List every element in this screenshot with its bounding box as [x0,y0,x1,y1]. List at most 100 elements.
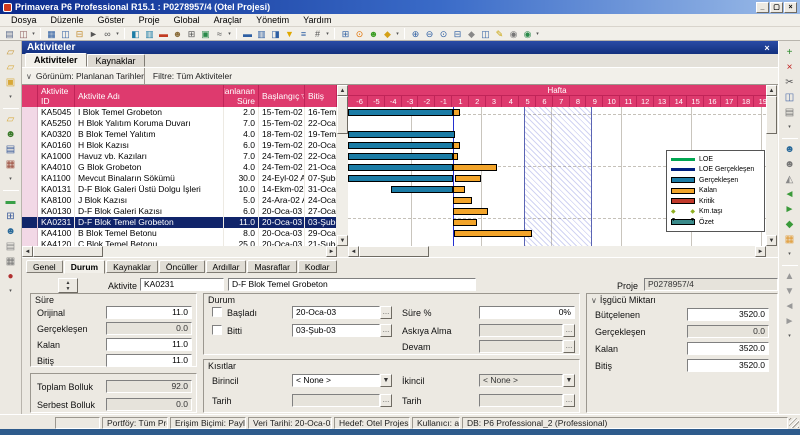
menu-yönetim[interactable]: Yönetim [249,15,296,25]
move-up-icon[interactable]: ▲ [782,269,798,283]
field-orijinal[interactable]: 11.0 [106,306,192,319]
toolbar-overflow-icon[interactable]: ▾ [782,329,798,343]
gantt-bar-remaining[interactable] [454,230,531,237]
menu-göster[interactable]: Göster [91,15,132,25]
toolbar-overflow-icon[interactable]: ▾ [227,31,232,37]
row-indicator[interactable] [22,173,38,184]
assign-resource-icon[interactable]: ☻ [782,142,798,156]
gantt-view-icon[interactable]: ▬ [241,28,254,40]
gantt-bar-remaining[interactable] [453,153,458,160]
gantt-bar-remaining[interactable] [453,109,460,116]
table-h-scrollbar[interactable]: ◄► [22,246,337,257]
gantt-bar-actual[interactable] [348,164,453,171]
gantt-h-scrollbar[interactable]: ◄► [348,246,766,257]
group-sort-icon[interactable]: ≡ [297,28,310,40]
projects-icon[interactable]: ▱ [3,112,19,126]
scroll-arrow-icon[interactable]: ► [755,246,766,257]
toolbar-overflow-icon[interactable]: ▾ [782,120,798,134]
menu-global[interactable]: Global [167,15,207,25]
table-row[interactable]: KA0160H Blok Kazısı6.019-Tem-02 A20-Oca-… [22,140,337,151]
scroll-arrow-icon[interactable]: ▲ [766,85,777,96]
tab-aktiviteler[interactable]: Aktiviteler [25,53,87,67]
duration-pct-field[interactable]: 0% [479,306,575,319]
started-date-browse-button[interactable]: … [380,306,392,319]
activity-spinner[interactable]: ▲▼ [58,278,78,293]
primary-constraint-dropdown-icon[interactable]: ▼ [380,374,392,387]
view-label[interactable]: Görünüm: Planlanan Tarihler [36,71,144,81]
fill-down-icon[interactable]: ▦ [782,232,798,246]
details-tab-masraflar[interactable]: Masraflar [247,260,296,273]
assign-succ-icon[interactable]: ► [782,202,798,216]
menu-yardım[interactable]: Yardım [296,15,338,25]
wbs-icon[interactable]: ⊟ [73,28,86,40]
toolbar-overflow-icon[interactable]: ▾ [535,31,540,37]
row-indicator[interactable] [22,228,38,239]
filter-bar[interactable]: Filtre: Tüm Aktiviteler [144,68,672,85]
print-preview-icon[interactable]: ◫ [17,28,30,40]
row-indicator[interactable] [22,118,38,129]
started-checkbox[interactable] [212,307,222,317]
row-indicator[interactable] [22,162,38,173]
gantt-bar-remaining[interactable] [453,186,465,193]
column-header-id[interactable]: Aktivite ID [38,85,75,107]
gantt-bar-actual[interactable] [348,109,453,116]
move-down-icon[interactable]: ▼ [782,284,798,298]
hsplit-icon[interactable]: ⊟ [451,28,464,40]
diamond-icon[interactable]: ◆ [465,28,478,40]
activity-id-field[interactable]: KA0231 [140,278,224,291]
scroll-arrow-icon[interactable]: ▼ [766,235,777,246]
field-kalan[interactable]: 11.0 [106,338,192,351]
toolbar-overflow-icon[interactable]: ▾ [325,31,330,37]
filter-icon[interactable]: ▼ [283,28,296,40]
details-tab-ardıllar[interactable]: Ardıllar [206,260,247,273]
trace-logic-icon[interactable]: ∞ [101,28,114,40]
details-tab-genel[interactable]: Genel [26,260,63,273]
add-icon[interactable]: + [782,45,798,59]
table-v-scrollbar[interactable]: ▲▼ [337,85,348,246]
details-tab-durum[interactable]: Durum [64,260,105,274]
table-row[interactable]: KA0131D-F Blok Galeri Üstü Dolgu İşleri1… [22,184,337,195]
table-row[interactable]: KA1100Mevcut Binaların Sökümü30.024-Eyl-… [22,173,337,184]
layout-icon[interactable]: ◫ [59,28,72,40]
finished-date-browse-button[interactable]: … [380,324,392,337]
table-row[interactable]: KA1000Havuz vb. Kazıları7.024-Tem-02 A22… [22,151,337,162]
gantt-bar-remaining[interactable] [453,142,460,149]
toolbar-overflow-icon[interactable]: ▾ [115,31,120,37]
move-left-icon[interactable]: ◄ [782,299,798,313]
finished-checkbox[interactable] [212,325,222,335]
resize-grip[interactable] [789,418,799,428]
curves-icon[interactable]: ≈ [213,28,226,40]
scroll-thumb[interactable] [359,246,429,257]
open-project-icon[interactable]: ▱ [3,45,19,59]
column-header-bit[interactable]: Bitiş [305,85,337,107]
details-tab-kaynaklar[interactable]: Kaynaklar [106,260,158,273]
row-indicator[interactable] [22,140,38,151]
cut-icon[interactable]: ✂ [782,75,798,89]
row-indicator[interactable] [22,184,38,195]
resume-browse-button[interactable]: … [563,340,575,353]
vsplit-icon[interactable]: ◫ [479,28,492,40]
users-icon[interactable]: ☻ [367,28,380,40]
details-icon[interactable]: ◧ [129,28,142,40]
field-bütçelenen[interactable]: 3520.0 [687,308,769,321]
menu-araçlar[interactable]: Araçlar [207,15,250,25]
close-button[interactable]: × [784,2,797,13]
suspend-browse-button[interactable]: … [563,324,575,337]
scroll-arrow-icon[interactable]: ► [326,246,337,257]
panel-close-icon[interactable]: × [761,43,773,53]
activities-icon[interactable]: ▬ [3,194,19,208]
gantt-bar-actual[interactable] [391,186,453,193]
find-icon[interactable]: ⊙ [353,28,366,40]
menu-proje[interactable]: Proje [132,15,167,25]
assign-role-icon[interactable]: ☻ [782,157,798,171]
assign-code-icon[interactable]: ◭ [782,172,798,186]
close-project-icon[interactable]: ▱ [3,60,19,74]
documents-icon[interactable]: ▤ [3,239,19,253]
maximize-button[interactable]: ▢ [770,2,783,13]
print-icon[interactable]: ▤ [3,28,16,40]
toolbar-overflow-icon[interactable]: ▾ [3,284,19,298]
row-indicator[interactable] [22,217,38,228]
paste-icon[interactable]: ▤ [782,105,798,119]
finished-date-field[interactable]: 03-Şub-03 [292,324,380,337]
gantt-bar-actual[interactable] [348,153,453,160]
